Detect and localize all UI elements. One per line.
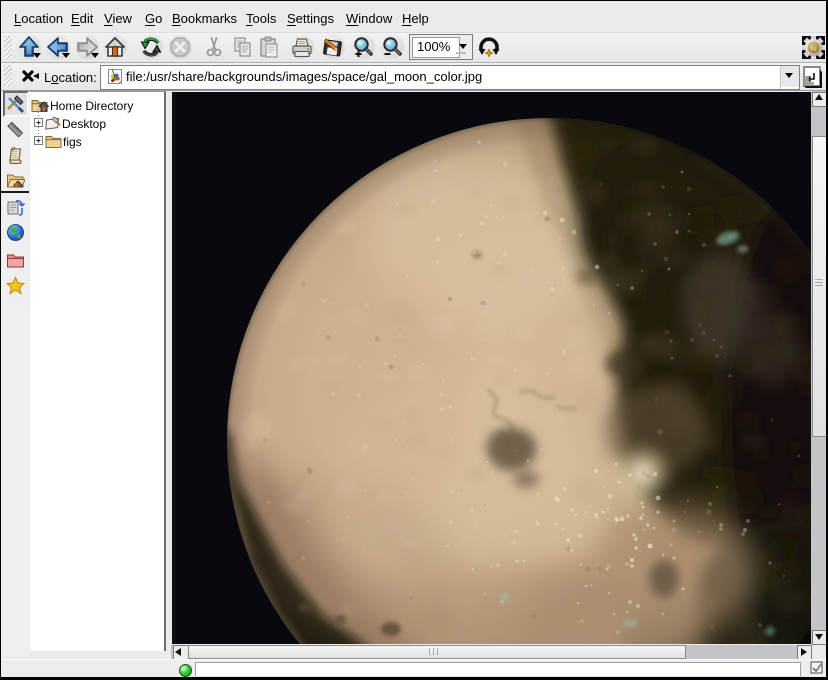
svg-text:K: K: [810, 43, 817, 53]
